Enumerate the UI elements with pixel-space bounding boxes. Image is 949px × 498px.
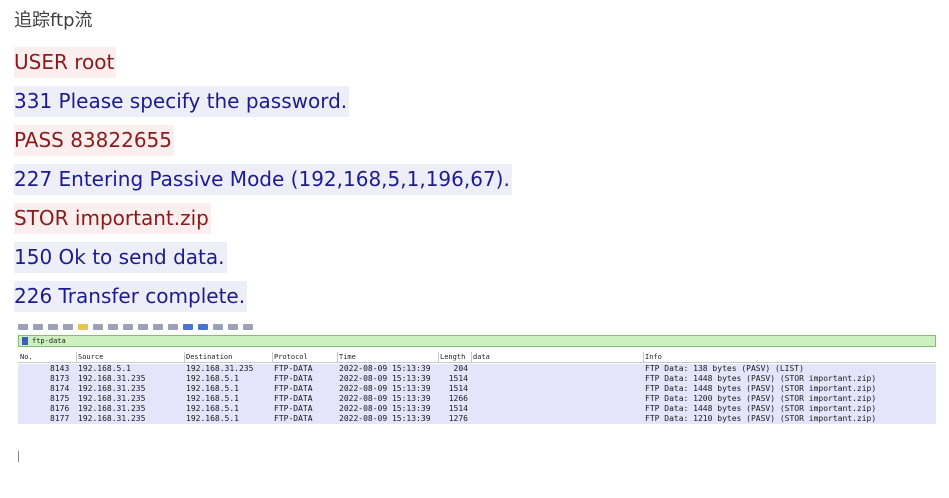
colorize-icon[interactable] [183, 324, 193, 330]
column-divider [643, 352, 644, 362]
packet-time: 2022-08-09 15:13:39 [339, 384, 431, 393]
stream-line-client: USER root [14, 47, 117, 78]
stream-line-server: 226 Transfer complete. [14, 281, 248, 312]
display-filter-bar[interactable]: ftp-data [18, 335, 936, 347]
column-header-length[interactable]: Length [440, 353, 465, 361]
scrollbar[interactable] [18, 451, 19, 462]
packet-row[interactable]: 8177 192.168.31.235 192.168.5.1 FTP-DATA… [18, 414, 936, 424]
packet-length: 1514 [448, 404, 468, 413]
stream-line-server: 227 Entering Passive Mode (192,168,5,1,1… [14, 164, 512, 195]
back-icon[interactable] [93, 324, 103, 330]
packet-protocol: FTP-DATA [274, 374, 313, 383]
packet-row[interactable]: 8143 192.168.5.1 192.168.31.235 FTP-DATA… [18, 364, 936, 374]
packet-info: FTP Data: 1448 bytes (PASV) (STOR import… [645, 404, 877, 413]
ftp-stream: USER root 331 Please specify the passwor… [14, 47, 512, 320]
packet-protocol: FTP-DATA [274, 364, 313, 373]
packet-source: 192.168.31.235 [78, 404, 146, 413]
column-header-no[interactable]: No. [20, 353, 33, 361]
stream-line-client: PASS 83822655 [14, 125, 175, 156]
column-header-data[interactable]: data [473, 353, 490, 361]
column-divider [438, 352, 439, 362]
packet-destination: 192.168.5.1 [186, 394, 239, 403]
column-header-time[interactable]: Time [339, 353, 356, 361]
packet-no: 8174 [50, 384, 70, 393]
column-divider [184, 352, 185, 362]
packet-destination: 192.168.31.235 [186, 364, 254, 373]
packet-protocol: FTP-DATA [274, 384, 313, 393]
stream-line-server: 150 Ok to send data. [14, 242, 227, 273]
packet-protocol: FTP-DATA [274, 394, 313, 403]
packet-source: 192.168.31.235 [78, 394, 146, 403]
packet-time: 2022-08-09 15:13:39 [339, 394, 431, 403]
column-divider [471, 352, 472, 362]
packet-length: 1514 [448, 384, 468, 393]
packet-destination: 192.168.5.1 [186, 384, 239, 393]
wireshark-toolbar [18, 324, 936, 333]
wireshark-capture: ftp-data No. Source Destination Protocol… [18, 324, 936, 462]
packet-time: 2022-08-09 15:13:39 [339, 374, 431, 383]
zoom-in-icon[interactable] [198, 324, 208, 330]
packet-destination: 192.168.5.1 [186, 374, 239, 383]
forward-icon[interactable] [108, 324, 118, 330]
last-icon[interactable] [153, 324, 163, 330]
packet-source: 192.168.31.235 [78, 384, 146, 393]
autoscroll-icon[interactable] [168, 324, 178, 330]
packet-row[interactable]: 8175 192.168.31.235 192.168.5.1 FTP-DATA… [18, 394, 936, 404]
packet-info: FTP Data: 1210 bytes (PASV) (STOR import… [645, 414, 877, 423]
column-header-source[interactable]: Source [78, 353, 103, 361]
packet-info: FTP Data: 1448 bytes (PASV) (STOR import… [645, 384, 877, 393]
column-header-destination[interactable]: Destination [186, 353, 232, 361]
packet-destination: 192.168.5.1 [186, 414, 239, 423]
packet-protocol: FTP-DATA [274, 414, 313, 423]
packet-row[interactable]: 8176 192.168.31.235 192.168.5.1 FTP-DATA… [18, 404, 936, 414]
column-divider [76, 352, 77, 362]
stream-line-server: 331 Please specify the password. [14, 86, 350, 117]
packet-protocol: FTP-DATA [274, 404, 313, 413]
column-header-info[interactable]: Info [645, 353, 662, 361]
packet-time: 2022-08-09 15:13:39 [339, 364, 431, 373]
packet-row[interactable]: 8173 192.168.31.235 192.168.5.1 FTP-DATA… [18, 374, 936, 384]
page-title: 追踪ftp流 [14, 10, 93, 31]
packet-length: 1276 [448, 414, 468, 423]
packet-time: 2022-08-09 15:13:39 [339, 404, 431, 413]
reload-icon[interactable] [63, 324, 73, 330]
packet-info: FTP Data: 1200 bytes (PASV) (STOR import… [645, 394, 877, 403]
packet-no: 8176 [50, 404, 70, 413]
column-divider [272, 352, 273, 362]
packet-length: 1266 [448, 394, 468, 403]
packet-no: 8143 [50, 364, 70, 373]
open-icon[interactable] [18, 324, 28, 330]
packet-length: 204 [453, 364, 468, 373]
packet-row[interactable]: 8174 192.168.31.235 192.168.5.1 FTP-DATA… [18, 384, 936, 394]
packet-list-header: No. Source Destination Protocol Time Len… [18, 352, 936, 363]
normal-size-icon[interactable] [228, 324, 238, 330]
packet-no: 8173 [50, 374, 70, 383]
packet-time: 2022-08-09 15:13:39 [339, 414, 431, 423]
packet-source: 192.168.31.235 [78, 414, 146, 423]
display-filter-input[interactable]: ftp-data [32, 337, 66, 345]
zoom-out-icon[interactable] [213, 324, 223, 330]
bookmark-icon[interactable] [22, 337, 28, 345]
packet-info: FTP Data: 138 bytes (PASV) (LIST) [645, 364, 804, 373]
packet-info: FTP Data: 1448 bytes (PASV) (STOR import… [645, 374, 877, 383]
column-divider [337, 352, 338, 362]
packet-no: 8177 [50, 414, 70, 423]
packet-source: 192.168.5.1 [78, 364, 131, 373]
first-icon[interactable] [138, 324, 148, 330]
find-icon[interactable] [78, 324, 88, 330]
column-header-protocol[interactable]: Protocol [274, 353, 308, 361]
resize-columns-icon[interactable] [243, 324, 253, 330]
stream-line-client: STOR important.zip [14, 203, 211, 234]
go-to-icon[interactable] [123, 324, 133, 330]
packet-source: 192.168.31.235 [78, 374, 146, 383]
packet-length: 1514 [448, 374, 468, 383]
packet-destination: 192.168.5.1 [186, 404, 239, 413]
save-icon[interactable] [33, 324, 43, 330]
packet-list: 8143 192.168.5.1 192.168.31.235 FTP-DATA… [18, 364, 936, 424]
packet-no: 8175 [50, 394, 70, 403]
close-icon[interactable] [48, 324, 58, 330]
